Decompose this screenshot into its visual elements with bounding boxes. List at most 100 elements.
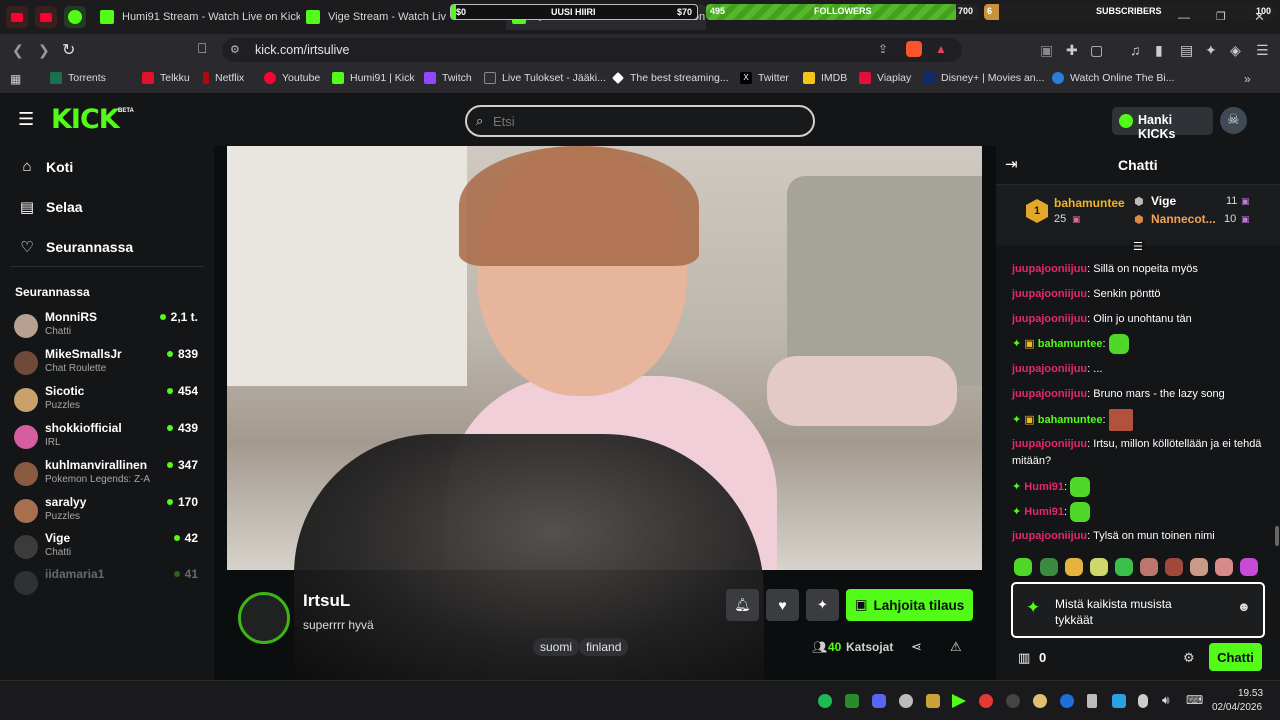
bookmark-disney[interactable]: Disney+ | Movies an... — [923, 72, 1044, 84]
emote-icon[interactable] — [1190, 558, 1208, 576]
wallet-icon[interactable]: ▤ — [1180, 42, 1193, 59]
brave-rewards-icon[interactable]: ▲ — [935, 42, 947, 56]
following-item-monnirs[interactable]: MonniRS Chatti 2,1 t. — [14, 310, 204, 346]
following-item-shokkiofficial[interactable]: shokkiofficial IRL 439 — [14, 421, 204, 457]
emote-icon[interactable] — [1140, 558, 1158, 576]
record-icon[interactable] — [979, 694, 993, 708]
url-text[interactable]: kick.com/irtsulive — [255, 43, 349, 57]
emote-icon[interactable] — [1014, 558, 1032, 576]
site-info-icon[interactable]: ⚙ — [230, 43, 240, 56]
bookmark-imdb[interactable]: IMDB — [803, 72, 847, 84]
tab-humi91[interactable]: Humi91 Stream - Watch Live on Kick — [100, 4, 300, 30]
hamburger-menu-icon[interactable]: ☰ — [18, 109, 34, 130]
share-icon[interactable]: ⋖ — [911, 639, 922, 655]
microphone-icon[interactable] — [1138, 694, 1148, 708]
apps-grid-icon[interactable]: ▦ — [10, 72, 21, 86]
puzzle-icon[interactable]: ✚ — [1066, 42, 1078, 59]
play-icon[interactable] — [952, 694, 966, 708]
user-avatar[interactable]: ☠ — [1220, 107, 1247, 134]
chat-input-box[interactable]: ✦ Mistä kaikista musista tykkäät ☻ — [1011, 582, 1265, 638]
following-item-sicotic[interactable]: Sicotic Puzzles 454 — [14, 384, 204, 420]
brave-shield-icon[interactable] — [906, 41, 922, 57]
cloud-icon[interactable] — [899, 694, 913, 708]
tab-vige[interactable]: Vige Stream - Watch Live on Kick — [306, 4, 446, 30]
search-box[interactable]: ⌕ — [465, 105, 815, 137]
nav-home[interactable]: ⌂ Koti — [18, 158, 73, 175]
leaderboard-second-name[interactable]: Vige — [1151, 194, 1176, 208]
kicks-wallet-icon[interactable]: ▥ — [1018, 650, 1030, 666]
spotify-icon[interactable] — [818, 694, 832, 708]
clock-time[interactable]: 19.53 — [1238, 688, 1263, 699]
bookmark-watch-online[interactable]: Watch Online The Bi... — [1052, 72, 1174, 84]
usb-icon[interactable] — [1087, 694, 1097, 708]
bookmark-youtube[interactable]: Youtube — [264, 72, 320, 84]
bluetooth-icon[interactable] — [1060, 694, 1074, 708]
emote-icon[interactable] — [1065, 558, 1083, 576]
emoji-picker-icon[interactable]: ☻ — [1237, 599, 1251, 614]
send-chat-button[interactable]: Chatti — [1209, 643, 1262, 671]
boost-button[interactable]: ✦ — [806, 589, 839, 621]
menu-icon[interactable]: ☰ — [1256, 42, 1269, 59]
bookmark-viaplay[interactable]: Viaplay — [859, 72, 911, 84]
kick-logo[interactable]: KICK — [51, 104, 120, 135]
gift-sub-button[interactable]: ▣ Lahjoita tilaus — [846, 589, 973, 621]
nvidia-icon[interactable] — [845, 694, 859, 708]
app-tray-icon[interactable] — [1006, 694, 1020, 708]
sidebar-icon[interactable]: ▮ — [1155, 42, 1163, 59]
share-icon[interactable]: ⇪ — [878, 42, 888, 56]
reload-icon[interactable]: ↻ — [62, 40, 75, 60]
vpn-icon[interactable]: ◈ — [1230, 42, 1241, 59]
forward-icon[interactable]: ❯ — [38, 42, 50, 59]
network-icon[interactable]: ⌨ — [1186, 693, 1203, 707]
discord-icon[interactable] — [872, 694, 886, 708]
nav-following[interactable]: ♡ Seurannassa — [18, 238, 133, 256]
more-bookmarks-icon[interactable]: » — [1244, 72, 1251, 86]
bookmark-streaming[interactable]: The best streaming... — [612, 72, 729, 84]
emote-icon[interactable] — [1215, 558, 1233, 576]
chat-settings-icon[interactable]: ⚙ — [1183, 650, 1195, 666]
emote-icon[interactable] — [1240, 558, 1258, 576]
pinned-tab-play[interactable] — [64, 6, 86, 28]
bookmark-netflix[interactable]: Netflix — [203, 72, 244, 84]
maximize-window-icon[interactable]: ❐ — [1216, 10, 1226, 23]
follow-button[interactable]: ♥ — [766, 589, 799, 621]
chat-input[interactable]: Mistä kaikista musista tykkäät — [1055, 596, 1205, 628]
emote-icon[interactable] — [1165, 558, 1183, 576]
extension-icon[interactable]: ▣ — [1040, 42, 1053, 59]
tag-finland[interactable]: finland — [579, 638, 629, 656]
bookmark-humi91-kick[interactable]: Humi91 | Kick — [332, 72, 415, 84]
pinned-tab-youtube-2[interactable] — [35, 6, 57, 28]
following-item-iidamaria1[interactable]: iidamaria1 41 — [14, 567, 204, 603]
nav-browse[interactable]: ▤ Selaa — [18, 198, 83, 216]
tag-suomi[interactable]: suomi — [533, 638, 580, 656]
report-icon[interactable]: ⚠ — [950, 639, 962, 655]
bookmark-icon[interactable]: ⎕ — [198, 40, 206, 57]
screenshot-icon[interactable]: ▢ — [1090, 42, 1103, 59]
back-icon[interactable]: ❮ — [12, 42, 24, 59]
notifications-button[interactable]: 🔔︎ — [726, 589, 759, 621]
address-bar[interactable]: ⚙ kick.com/irtsulive ⇪ ▲ — [222, 38, 962, 62]
leaderboard-first-name[interactable]: bahamuntee — [1054, 196, 1125, 210]
emote-icon[interactable] — [1090, 558, 1108, 576]
bookmark-torrents[interactable]: Torrents — [50, 72, 106, 84]
emote-icon[interactable] — [1040, 558, 1058, 576]
search-input[interactable] — [493, 112, 793, 130]
leo-ai-icon[interactable]: ✦ — [1205, 42, 1217, 59]
following-item-mikesmallsjr[interactable]: MikeSmallsJr Chat Roulette 839 — [14, 347, 204, 383]
channel-name[interactable]: IrtsuL — [303, 591, 350, 611]
expand-leaderboard-icon[interactable]: ☰ — [1131, 240, 1145, 253]
following-item-saralyy[interactable]: saralyy Puzzles 170 — [14, 495, 204, 531]
emote-icon[interactable] — [1115, 558, 1133, 576]
minimize-window-icon[interactable]: — — [1178, 10, 1190, 24]
pinned-tab-youtube[interactable] — [6, 6, 28, 28]
bookmark-twitter[interactable]: X Twitter — [740, 72, 789, 84]
music-icon[interactable]: ♫ — [1130, 42, 1141, 58]
channel-avatar[interactable] — [238, 592, 290, 644]
following-item-vige[interactable]: Vige Chatti 42 — [14, 531, 204, 567]
bookmark-live-tulokset[interactable]: Live Tulokset - Jääki... — [484, 72, 606, 84]
app-tray-icon[interactable] — [926, 694, 940, 708]
get-kicks-button[interactable]: Hanki KICKs — [1112, 107, 1213, 141]
bookmark-twitch[interactable]: Twitch — [424, 72, 472, 84]
app-tray-icon[interactable] — [1033, 694, 1047, 708]
bookmark-telkku[interactable]: Telkku — [142, 72, 190, 84]
